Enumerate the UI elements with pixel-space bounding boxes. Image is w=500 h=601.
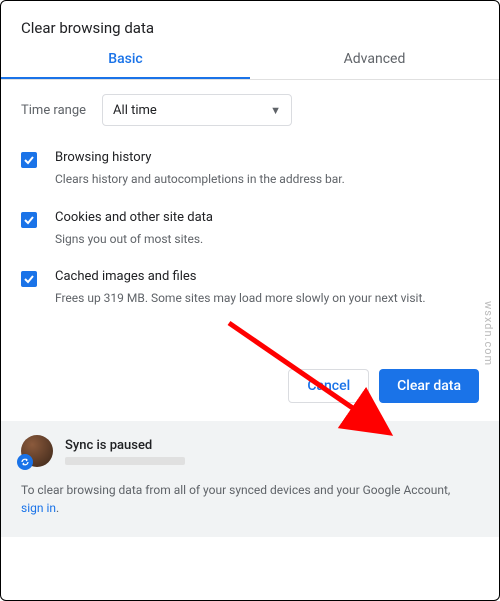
tabs: Basic Advanced bbox=[1, 51, 499, 80]
checkbox-browsing-history[interactable] bbox=[21, 152, 37, 168]
sync-email-redacted bbox=[65, 457, 185, 465]
clear-data-button[interactable]: Clear data bbox=[379, 369, 479, 403]
option-browsing-history: Browsing history Clears history and auto… bbox=[21, 150, 479, 188]
dialog-actions: Cancel Clear data bbox=[1, 369, 499, 421]
option-title: Cookies and other site data bbox=[55, 210, 213, 227]
dialog-content: Time range All time ▼ Browsing history C… bbox=[1, 80, 499, 307]
sync-note-suffix: . bbox=[56, 501, 59, 515]
check-icon bbox=[23, 154, 35, 166]
option-title: Browsing history bbox=[55, 150, 345, 167]
checkbox-cache[interactable] bbox=[21, 271, 37, 287]
tab-basic[interactable]: Basic bbox=[1, 51, 250, 79]
option-desc: Frees up 319 MB. Some sites may load mor… bbox=[55, 290, 426, 307]
tab-advanced[interactable]: Advanced bbox=[250, 51, 499, 79]
time-range-select[interactable]: All time ▼ bbox=[102, 94, 292, 126]
sync-badge-icon bbox=[17, 454, 33, 470]
chevron-down-icon: ▼ bbox=[270, 104, 281, 117]
sync-account-row: Sync is paused bbox=[21, 435, 479, 467]
watermark: wsxdn.com bbox=[482, 301, 495, 366]
option-title: Cached images and files bbox=[55, 269, 426, 286]
check-icon bbox=[23, 214, 35, 226]
option-desc: Clears history and autocompletions in th… bbox=[55, 171, 345, 188]
option-cookies: Cookies and other site data Signs you ou… bbox=[21, 210, 479, 248]
sync-panel: Sync is paused To clear browsing data fr… bbox=[1, 421, 499, 537]
sign-in-link[interactable]: sign in bbox=[21, 501, 56, 515]
dialog-title: Clear browsing data bbox=[1, 1, 499, 51]
check-icon bbox=[23, 273, 35, 285]
time-range-value: All time bbox=[113, 103, 157, 118]
option-cache: Cached images and files Frees up 319 MB.… bbox=[21, 269, 479, 307]
sync-status-text: Sync is paused bbox=[65, 438, 185, 453]
sync-note-text: To clear browsing data from all of your … bbox=[21, 483, 450, 497]
avatar bbox=[21, 435, 53, 467]
cancel-button[interactable]: Cancel bbox=[288, 369, 369, 403]
option-desc: Signs you out of most sites. bbox=[55, 231, 213, 248]
checkbox-cookies[interactable] bbox=[21, 212, 37, 228]
sync-note: To clear browsing data from all of your … bbox=[21, 481, 479, 517]
time-range-label: Time range bbox=[21, 103, 86, 118]
time-range-row: Time range All time ▼ bbox=[21, 94, 479, 126]
